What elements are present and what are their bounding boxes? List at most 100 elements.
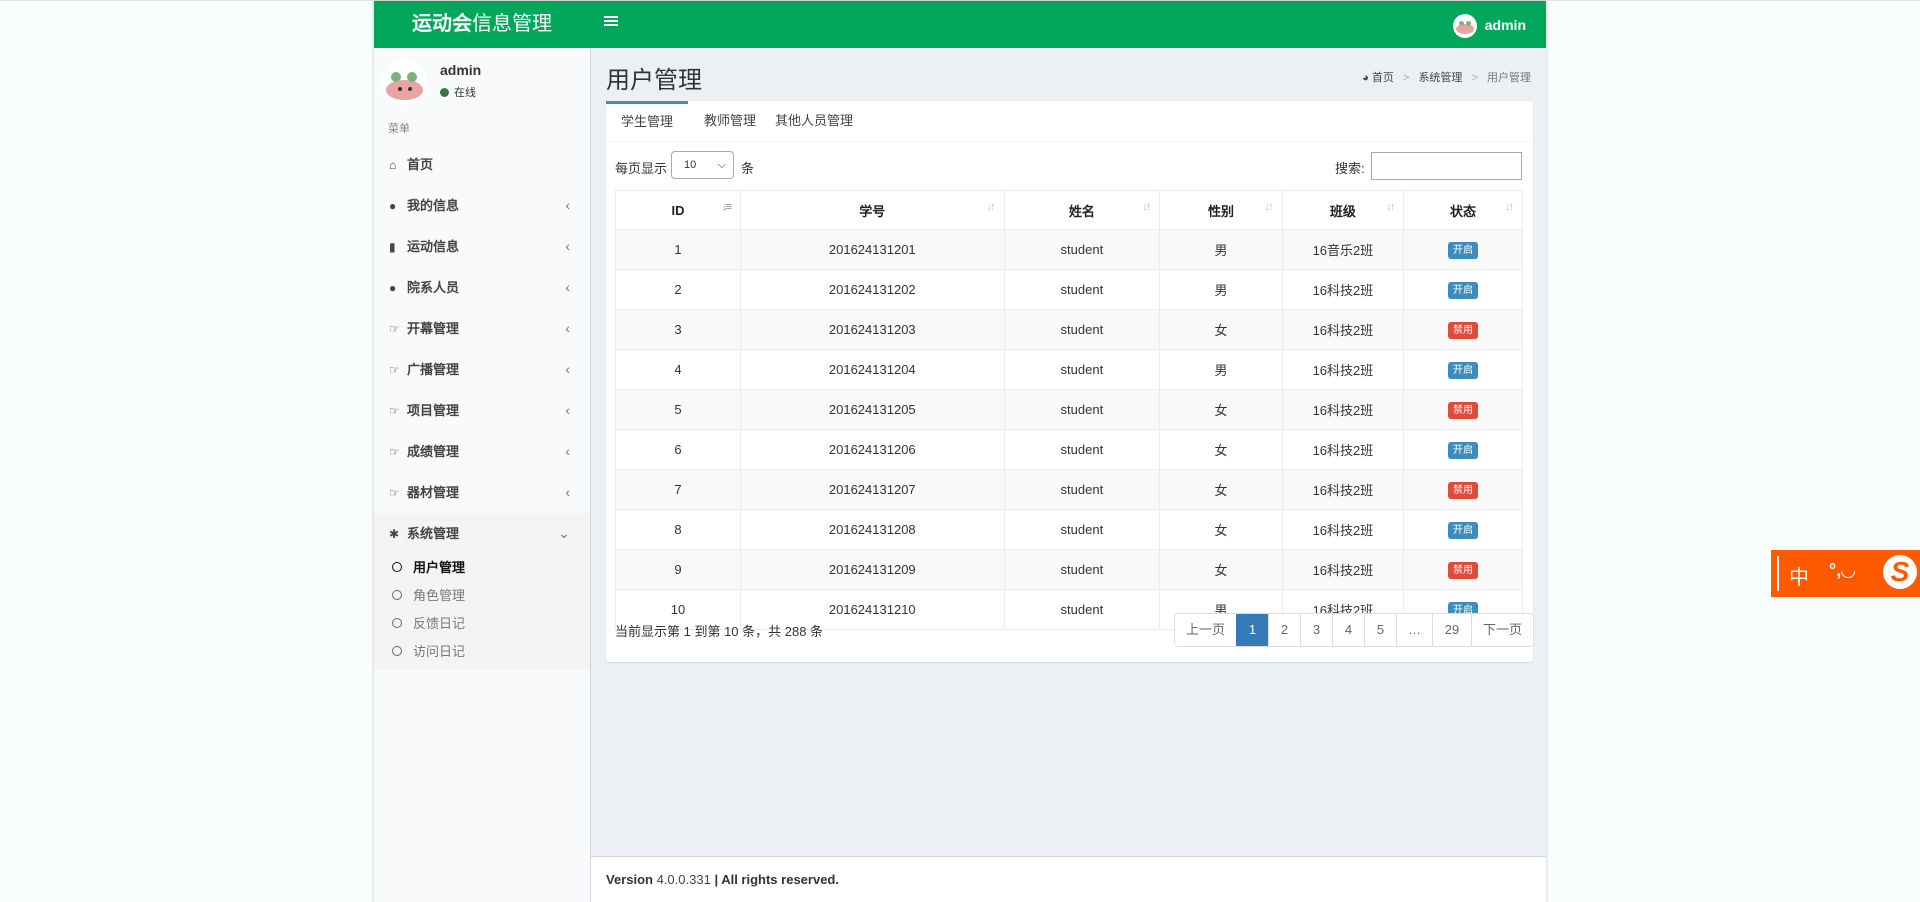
submenu-container: 用户管理 角色管理 反馈日记 访问日记 [374, 554, 590, 670]
submenu-item-feedback-log[interactable]: 反馈日记 [374, 610, 590, 638]
logo-bold: 运动会 [412, 13, 472, 35]
column-label: 姓名 [1068, 203, 1095, 219]
column-header-student-no[interactable]: 学号 ↓↑ [740, 190, 1005, 230]
chevron-left-icon: ‹ [565, 279, 570, 295]
status-badge[interactable]: 禁用 [1448, 481, 1479, 499]
thumbs-up-icon: ☞ [389, 363, 400, 377]
table-row[interactable]: 6 201624131206 student 女 16科技2班 开启 [614, 429, 1523, 470]
sidebar-item-scores[interactable]: ☞ 成绩管理 ‹ [374, 431, 590, 472]
sidebar-item-system[interactable]: ✱ 系统管理 ⌄ [374, 513, 590, 554]
cell-status: 禁用 [1403, 389, 1523, 430]
page-ellipsis: … [1396, 614, 1432, 646]
cell-student-no: 201624131207 [740, 469, 1005, 510]
sidebar-item-events[interactable]: ☞ 项目管理 ‹ [374, 390, 590, 431]
header-user-menu[interactable]: admin [1452, 12, 1526, 39]
table-row[interactable]: 9 201624131209 student 女 16科技2班 禁用 [614, 549, 1523, 590]
status-badge[interactable]: 禁用 [1448, 321, 1479, 339]
sidebar-item-department-staff[interactable]: ● 院系人员 ‹ [374, 267, 590, 308]
status-badge[interactable]: 开启 [1448, 521, 1479, 539]
footer-version: 4.0.0.331 [656, 872, 711, 887]
ime-logo-icon[interactable]: S [1883, 555, 1917, 589]
page-button-1[interactable]: 1 [1236, 614, 1268, 646]
sidebar-item-equipment[interactable]: ☞ 器材管理 ‹ [374, 472, 590, 513]
sidebar-item-broadcast[interactable]: ☞ 广播管理 ‹ [374, 349, 590, 390]
table-row[interactable]: 5 201624131205 student 女 16科技2班 禁用 [614, 389, 1523, 430]
page-button-4[interactable]: 4 [1332, 614, 1364, 646]
cell-student-no: 201624131206 [740, 429, 1005, 470]
column-header-sex[interactable]: 性别 ↓↑ [1159, 190, 1283, 230]
page-button-29[interactable]: 29 [1432, 614, 1471, 646]
cell-name: student [1003, 349, 1161, 390]
sidebar-item-label: 我的信息 [407, 198, 460, 213]
cell-class: 16科技2班 [1281, 429, 1405, 470]
status-badge[interactable]: 禁用 [1448, 561, 1479, 579]
cell-student-no: 201624131204 [740, 349, 1005, 390]
column-label: 性别 [1207, 203, 1234, 219]
breadcrumb-system[interactable]: 系统管理 [1418, 72, 1462, 84]
cell-status: 开启 [1403, 509, 1523, 550]
status-badge[interactable]: 开启 [1448, 361, 1479, 379]
search-input[interactable] [1371, 152, 1522, 180]
ime-language-toggle[interactable]: 中 [1789, 561, 1809, 590]
tab-other-staff[interactable]: 其他人员管理 [775, 101, 853, 139]
chevron-left-icon: ‹ [565, 402, 570, 418]
cell-status: 禁用 [1403, 549, 1523, 590]
page-button-3[interactable]: 3 [1300, 614, 1332, 646]
tab-teachers[interactable]: 教师管理 [704, 101, 756, 139]
column-header-class[interactable]: 班级 ↓↑ [1281, 190, 1405, 230]
sort-icon: ↓↑ [1386, 201, 1395, 213]
ime-toolbar[interactable]: 中 °,◡ S [1771, 550, 1920, 597]
sidebar-item-label: 开幕管理 [407, 321, 460, 336]
submenu-item-user-management[interactable]: 用户管理 [374, 554, 590, 582]
ime-drag-handle[interactable] [1777, 556, 1779, 591]
cell-class: 16科技2班 [1281, 309, 1405, 350]
cell-name: student [1003, 229, 1161, 270]
table-row[interactable]: 8 201624131208 student 女 16科技2班 开启 [614, 509, 1523, 550]
chevron-down-icon: ⌄ [558, 525, 570, 541]
cell-class: 16音乐2班 [1281, 229, 1405, 270]
cell-name: student [1003, 589, 1161, 630]
footer-version-label: Version [606, 872, 653, 887]
sidebar-toggle-button[interactable] [604, 14, 618, 28]
sidebar-item-sports-info[interactable]: ▮ 运动信息 ‹ [374, 226, 590, 267]
table-row[interactable]: 3 201624131203 student 女 16科技2班 禁用 [614, 309, 1523, 350]
table-row[interactable]: 2 201624131202 student 男 16科技2班 开启 [614, 269, 1523, 310]
breadcrumb-home[interactable]: 首页 [1372, 72, 1394, 84]
table-row[interactable]: 4 201624131204 student 男 16科技2班 开启 [614, 349, 1523, 390]
cell-student-no: 201624131201 [740, 229, 1005, 270]
system-submenu: 用户管理 角色管理 反馈日记 访问日记 [374, 554, 590, 670]
cell-name: student [1003, 429, 1161, 470]
table-row[interactable]: 7 201624131207 student 女 16科技2班 禁用 [614, 469, 1523, 510]
cell-name: student [1003, 509, 1161, 550]
chevron-left-icon: ‹ [565, 238, 570, 254]
column-header-id[interactable]: ID ↓≡ [614, 190, 742, 230]
status-badge[interactable]: 开启 [1448, 241, 1479, 259]
page-length-unit: 条 [741, 161, 755, 176]
submenu-item-access-log[interactable]: 访问日记 [374, 638, 590, 666]
next-page-button[interactable]: 下一页 [1471, 614, 1533, 646]
sidebar-item-home[interactable]: ⌂ 首页 [374, 144, 590, 185]
tab-students[interactable]: 学生管理 [606, 101, 688, 141]
sidebar-item-label: 项目管理 [407, 403, 460, 418]
sort-icon: ↓↑ [1505, 201, 1514, 213]
column-header-status[interactable]: 状态 ↓↑ [1403, 190, 1523, 230]
ime-punctuation-icon[interactable]: °,◡ [1829, 560, 1855, 581]
dashboard-icon: ◕ [1362, 72, 1369, 84]
app-logo[interactable]: 运动会信息管理 [374, 1, 590, 48]
status-badge[interactable]: 禁用 [1448, 401, 1479, 419]
column-label: 班级 [1329, 203, 1356, 219]
page-button-5[interactable]: 5 [1364, 614, 1396, 646]
sidebar-item-my-info[interactable]: ● 我的信息 ‹ [374, 185, 590, 226]
sidebar-item-opening[interactable]: ☞ 开幕管理 ‹ [374, 308, 590, 349]
page-button-2[interactable]: 2 [1268, 614, 1300, 646]
page-length-value: 10 [684, 159, 697, 171]
users-icon: ● [389, 281, 397, 295]
status-badge[interactable]: 开启 [1448, 281, 1479, 299]
column-header-name[interactable]: 姓名 ↓↑ [1003, 190, 1161, 230]
prev-page-button[interactable]: 上一页 [1175, 614, 1236, 646]
user-table-card: 学生管理 教师管理 其他人员管理 每页显示 10 ⌵ 条 搜索: ID ↓≡ 学号 ↓… [606, 101, 1534, 662]
submenu-item-role-management[interactable]: 角色管理 [374, 582, 590, 610]
status-badge[interactable]: 开启 [1448, 441, 1479, 459]
table-row[interactable]: 1 201624131201 student 男 16音乐2班 开启 [614, 229, 1523, 270]
page-length-select[interactable]: 10 ⌵ [671, 151, 734, 179]
